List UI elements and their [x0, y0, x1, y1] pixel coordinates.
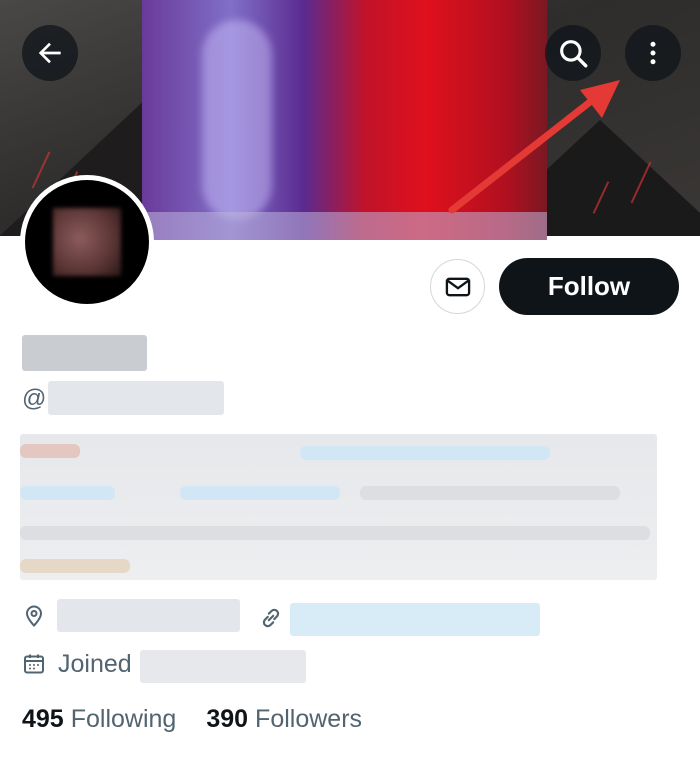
envelope-icon: [445, 277, 470, 296]
link-icon: [262, 608, 280, 628]
follow-button[interactable]: Follow: [499, 258, 679, 315]
followers-count: 390: [206, 705, 249, 733]
search-icon: [560, 40, 588, 68]
following-label: Following: [70, 705, 177, 733]
bio-mention-blur: [20, 486, 115, 500]
bio-mention-blur: [300, 446, 550, 460]
location-redacted: [57, 599, 240, 632]
following-count: 495: [22, 705, 64, 733]
followers-label: Followers: [255, 705, 363, 733]
joined-date-redacted: [140, 650, 306, 683]
avatar[interactable]: [20, 175, 154, 309]
arrow-left-icon: [38, 42, 61, 64]
handle-redacted: [48, 381, 224, 415]
joined-label: Joined: [58, 650, 132, 678]
handle-prefix: @: [22, 385, 47, 412]
message-button[interactable]: [430, 259, 485, 314]
followers-stat[interactable]: 390 Followers: [206, 705, 362, 734]
avatar-blurred-image: [53, 208, 121, 276]
more-vertical-icon: [650, 41, 656, 65]
more-options-button[interactable]: [625, 25, 681, 81]
bio-text-blur: [360, 486, 620, 500]
following-stat[interactable]: 495 Following: [22, 705, 176, 734]
bio-text-blur: [20, 526, 650, 540]
website-link-redacted[interactable]: [290, 603, 540, 636]
back-button[interactable]: [22, 25, 78, 81]
bio-emoji-blur: [20, 559, 130, 573]
bio-mention-blur: [180, 486, 340, 500]
display-name-redacted: [22, 335, 147, 371]
annotation-arrow: [448, 80, 620, 214]
location-pin-icon: [25, 605, 43, 627]
calendar-icon: [24, 654, 44, 674]
bio-redacted: [20, 434, 657, 580]
bio-emoji-blur: [20, 444, 80, 458]
follow-stats: 495 Following 390 Followers: [22, 705, 362, 734]
